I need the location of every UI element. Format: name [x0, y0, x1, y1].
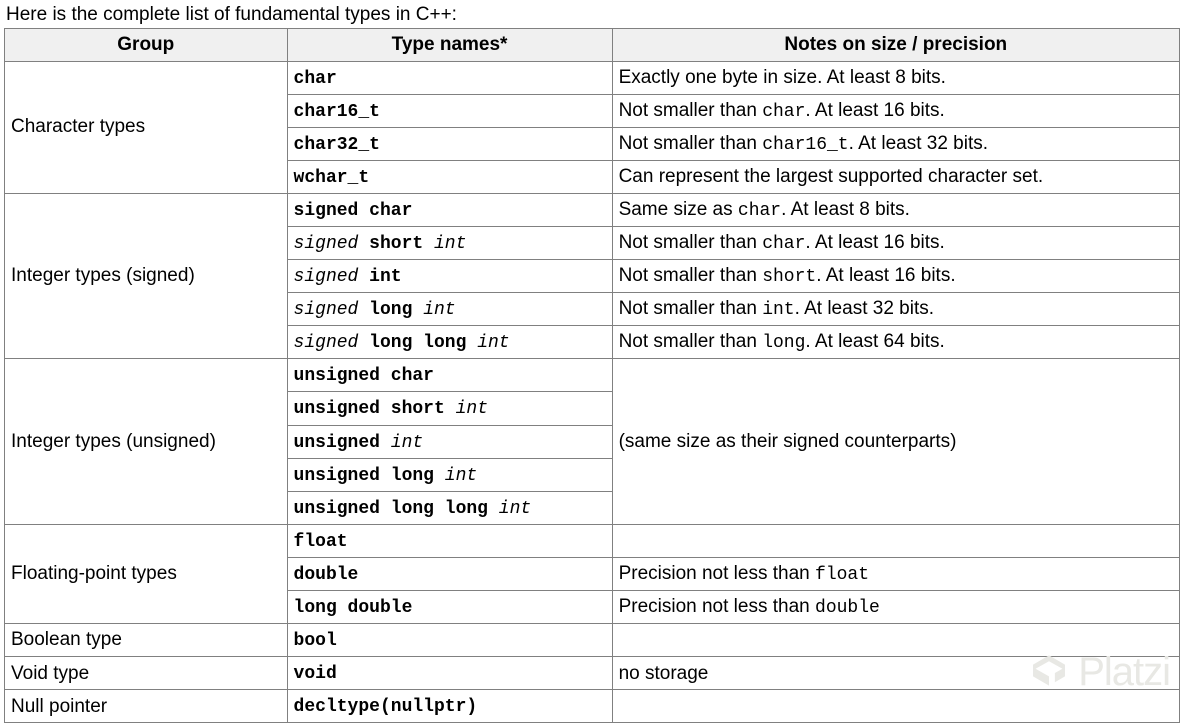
- type-cell: unsigned long long int: [287, 491, 612, 524]
- group-cell: Void type: [5, 657, 288, 690]
- group-cell: Floating-point types: [5, 524, 288, 623]
- type-cell: long double: [287, 591, 612, 624]
- note-cell: Not smaller than char. At least 16 bits.: [612, 227, 1179, 260]
- note-cell: no storage: [612, 657, 1179, 690]
- type-cell: signed long int: [287, 293, 612, 326]
- header-notes: Notes on size / precision: [612, 29, 1179, 62]
- type-cell: signed short int: [287, 227, 612, 260]
- type-cell: double: [287, 557, 612, 590]
- group-cell: Character types: [5, 61, 288, 193]
- note-cell: Not smaller than char16_t. At least 32 b…: [612, 127, 1179, 160]
- type-cell: decltype(nullptr): [287, 690, 612, 723]
- note-cell: Exactly one byte in size. At least 8 bit…: [612, 61, 1179, 94]
- note-cell: Not smaller than char. At least 16 bits.: [612, 94, 1179, 127]
- intro-text: Here is the complete list of fundamental…: [6, 4, 1180, 26]
- table-row: Boolean typebool: [5, 624, 1180, 657]
- note-cell: Same size as char. At least 8 bits.: [612, 193, 1179, 226]
- types-table: Group Type names* Notes on size / precis…: [4, 28, 1180, 723]
- table-row: Floating-point typesfloat: [5, 524, 1180, 557]
- table-row: Integer types (signed)signed charSame si…: [5, 193, 1180, 226]
- type-cell: unsigned short int: [287, 392, 612, 425]
- type-cell: signed int: [287, 260, 612, 293]
- type-cell: char: [287, 61, 612, 94]
- type-cell: unsigned int: [287, 425, 612, 458]
- header-type-names: Type names*: [287, 29, 612, 62]
- type-cell: void: [287, 657, 612, 690]
- type-cell: float: [287, 524, 612, 557]
- header-group: Group: [5, 29, 288, 62]
- type-cell: char32_t: [287, 127, 612, 160]
- note-cell: [612, 524, 1179, 557]
- type-cell: char16_t: [287, 94, 612, 127]
- group-cell: Integer types (signed): [5, 193, 288, 358]
- note-cell: Not smaller than int. At least 32 bits.: [612, 293, 1179, 326]
- type-cell: signed char: [287, 193, 612, 226]
- note-cell: Precision not less than double: [612, 591, 1179, 624]
- table-row: Character typescharExactly one byte in s…: [5, 61, 1180, 94]
- type-cell: signed long long int: [287, 326, 612, 359]
- note-cell: Not smaller than short. At least 16 bits…: [612, 260, 1179, 293]
- note-cell: Not smaller than long. At least 64 bits.: [612, 326, 1179, 359]
- type-cell: bool: [287, 624, 612, 657]
- note-cell: [612, 690, 1179, 723]
- group-cell: Integer types (unsigned): [5, 359, 288, 524]
- note-cell: Can represent the largest supported char…: [612, 160, 1179, 193]
- note-cell: Precision not less than float: [612, 557, 1179, 590]
- table-row: Null pointerdecltype(nullptr): [5, 690, 1180, 723]
- note-cell: (same size as their signed counterparts): [612, 359, 1179, 524]
- note-cell: [612, 624, 1179, 657]
- group-cell: Boolean type: [5, 624, 288, 657]
- table-header-row: Group Type names* Notes on size / precis…: [5, 29, 1180, 62]
- type-cell: unsigned long int: [287, 458, 612, 491]
- table-row: Integer types (unsigned)unsigned char(sa…: [5, 359, 1180, 392]
- type-cell: unsigned char: [287, 359, 612, 392]
- group-cell: Null pointer: [5, 690, 288, 723]
- type-cell: wchar_t: [287, 160, 612, 193]
- table-row: Void typevoidno storage: [5, 657, 1180, 690]
